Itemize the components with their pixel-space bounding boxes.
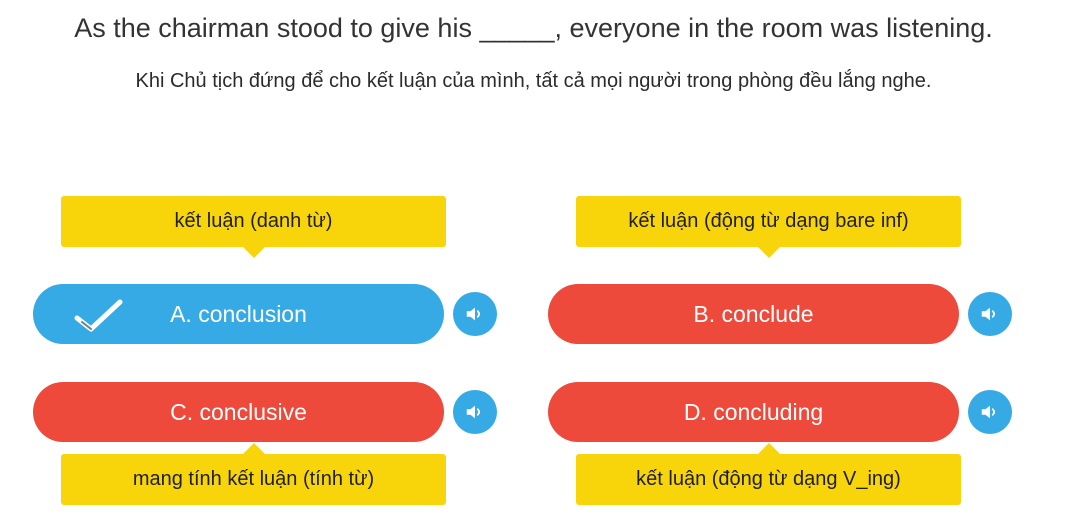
audio-button-option-b[interactable]: [968, 292, 1012, 336]
answer-option-a[interactable]: A. conclusion: [33, 284, 444, 344]
hint-option-d: kết luận (động từ dạng V_ing): [576, 443, 961, 505]
answer-option-c[interactable]: C. conclusive: [33, 382, 444, 442]
speaker-icon: [466, 405, 481, 419]
speaker-icon: [981, 307, 996, 321]
hint-option-b: kết luận (động từ dạng bare inf): [576, 196, 961, 258]
question-sentence: As the chairman stood to give his _____,…: [74, 13, 993, 43]
audio-button-option-d[interactable]: [968, 390, 1012, 434]
speaker-icon: [466, 307, 481, 321]
hint-option-a: kết luận (danh từ): [61, 196, 446, 258]
answer-option-b-label: B. conclude: [693, 300, 814, 327]
answer-option-d-label: D. concluding: [683, 398, 824, 425]
answer-option-c-label: C. conclusive: [170, 398, 307, 425]
question-translation: Khi Chủ tịch đứng để cho kết luận của mì…: [135, 70, 932, 92]
hint-option-c: mang tính kết luận (tính từ): [61, 443, 446, 505]
speaker-icon: [981, 405, 996, 419]
audio-button-option-c[interactable]: [453, 390, 497, 434]
checkmark-icon: [74, 299, 123, 332]
answer-option-a-label: A. conclusion: [170, 300, 307, 327]
audio-button-option-a[interactable]: [453, 292, 497, 336]
quiz-screen: As the chairman stood to give his _____,…: [0, 0, 1067, 530]
answer-option-d[interactable]: D. concluding: [548, 382, 959, 442]
answer-option-b[interactable]: B. conclude: [548, 284, 959, 344]
